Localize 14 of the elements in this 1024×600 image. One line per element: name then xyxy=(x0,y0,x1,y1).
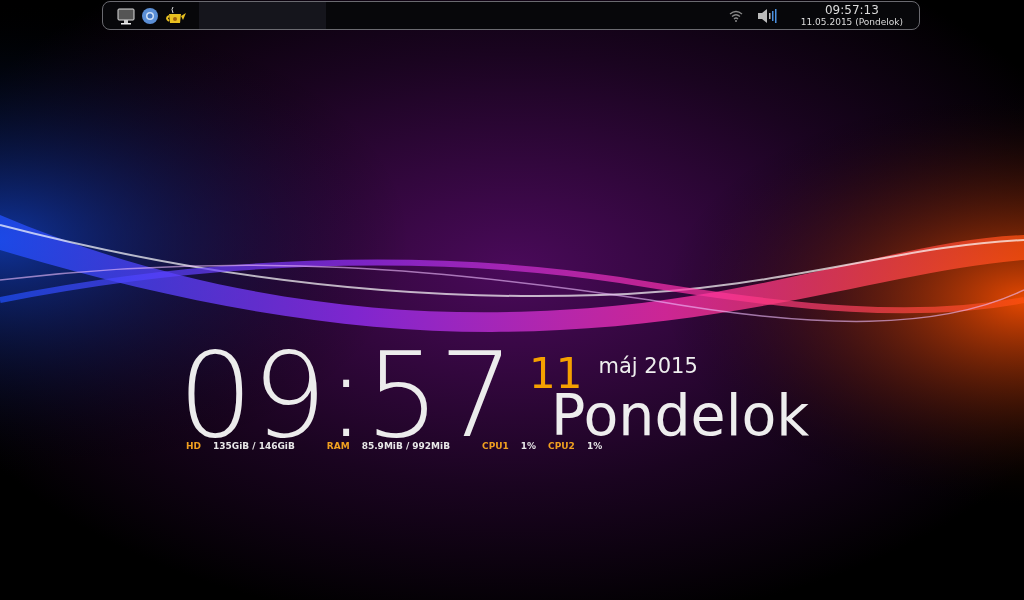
panel-clock-time: 09:57:13 xyxy=(824,3,879,17)
wifi-icon[interactable] xyxy=(728,9,743,22)
monitor-icon[interactable] xyxy=(117,6,135,25)
stat-label: RAM xyxy=(326,441,350,451)
stat-label: CPU1 xyxy=(482,441,509,451)
month-year: máj 2015 xyxy=(598,353,698,379)
globe-icon[interactable] xyxy=(141,6,159,25)
panel-clock-date: 11.05.2015 (Pondelok) xyxy=(800,16,903,28)
stat-value: 1% xyxy=(586,441,603,451)
teapot-icon[interactable] xyxy=(165,5,187,26)
stat-value: 135GiB / 146GiB xyxy=(213,441,295,451)
stat-value: 85.9MiB / 992MiB xyxy=(361,441,451,451)
volume-icon[interactable] xyxy=(756,7,777,24)
stat-value: 1% xyxy=(520,441,537,451)
